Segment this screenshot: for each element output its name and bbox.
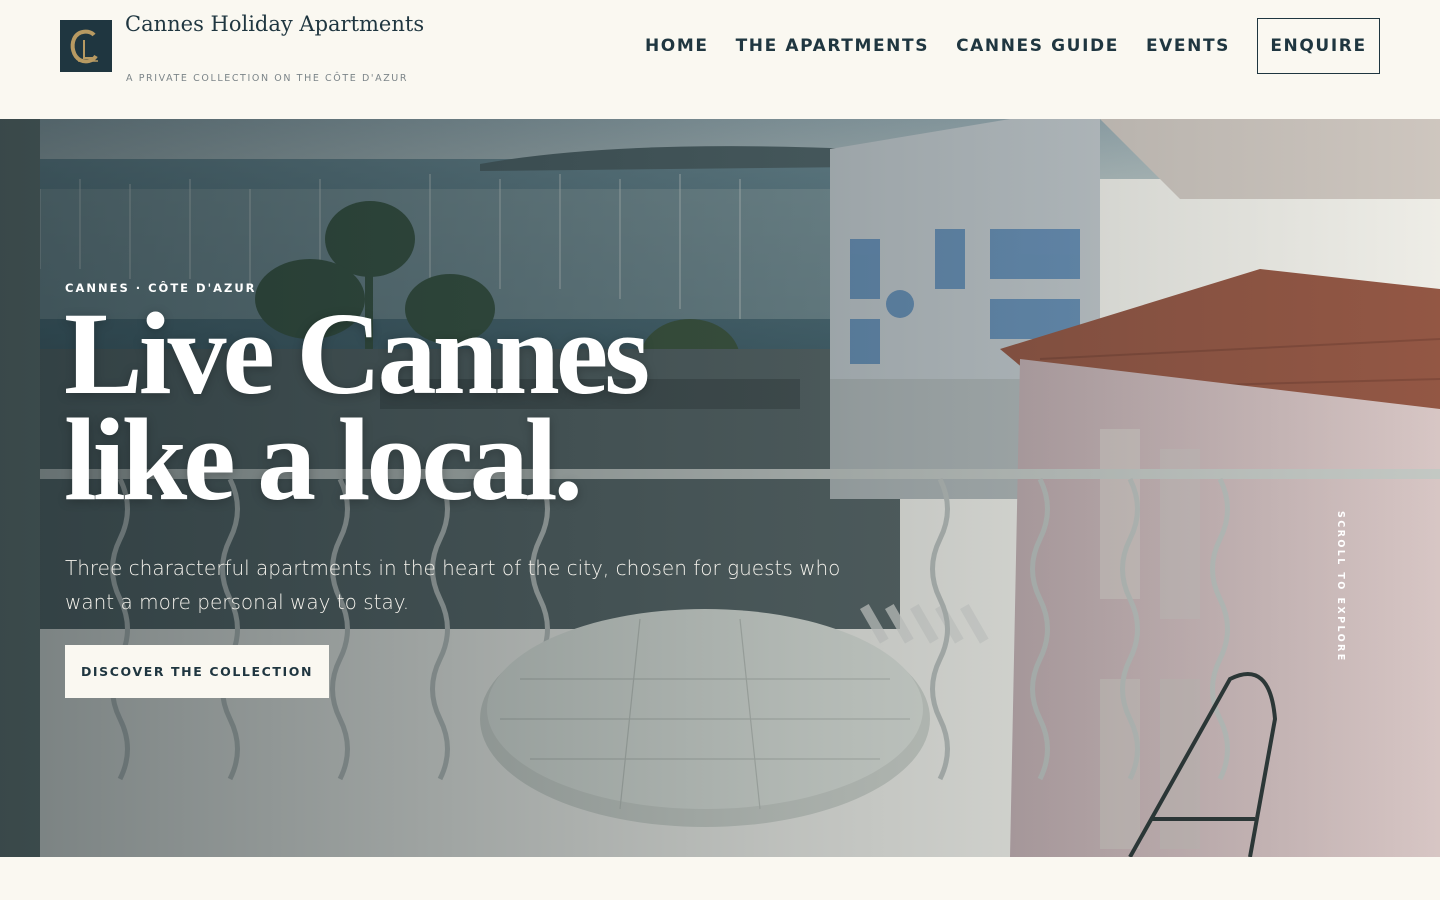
nav-the-apartments[interactable]: THE APARTMENTS: [736, 36, 930, 56]
hero-title-line-2: like a local.: [64, 394, 583, 525]
nav-events[interactable]: EVENTS: [1146, 36, 1230, 56]
main-nav: HOME THE APARTMENTS CANNES GUIDE EVENTS …: [645, 18, 1380, 74]
brand-name[interactable]: Cannes Holiday Apartments: [125, 12, 424, 36]
discover-collection-button[interactable]: DISCOVER THE COLLECTION: [65, 645, 329, 698]
logo-icon[interactable]: [60, 20, 112, 72]
next-section-edge: [0, 857, 1440, 900]
hero-title-line-1: Live Cannes: [64, 288, 650, 419]
hero-title: Live Cannes like a local.: [64, 288, 650, 525]
hero-section: CANNES · CÔTE D'AZUR Live Cannes like a …: [0, 119, 1440, 857]
nav-home[interactable]: HOME: [645, 36, 709, 56]
hero-subtitle: Three characterful apartments in the hea…: [65, 556, 841, 614]
brand-tagline: A PRIVATE COLLECTION ON THE CÔTE D'AZUR: [126, 73, 409, 84]
nav-cannes-guide[interactable]: CANNES GUIDE: [956, 36, 1119, 56]
enquire-button[interactable]: ENQUIRE: [1257, 18, 1380, 74]
site-header: Cannes Holiday Apartments A PRIVATE COLL…: [0, 0, 1440, 119]
scroll-to-explore-hint[interactable]: SCROLL TO EXPLORE: [1335, 511, 1346, 663]
